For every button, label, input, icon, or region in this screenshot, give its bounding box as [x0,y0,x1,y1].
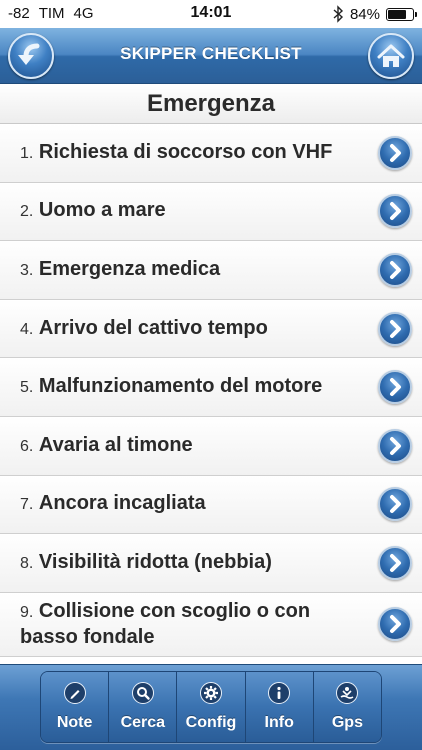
battery-fill [388,9,406,19]
tab-label: Cerca [120,714,166,731]
list-item-text: 7. Ancora incagliata [0,491,268,517]
chevron-right-icon [390,202,401,221]
disclosure-button[interactable] [378,194,412,229]
disclosure-button[interactable] [378,487,412,522]
list-item-label: Emergenza medica [38,257,221,280]
tab-gps[interactable]: Gps [313,672,381,742]
list-item-number: 8. [20,554,34,572]
tab-info[interactable]: Info [245,672,314,742]
list-item-label: Avaria al timone [38,433,193,456]
chevron-right-icon [390,319,401,338]
list-item-label: Arrivo del cattivo tempo [38,316,268,339]
list-item[interactable]: 5. Malfunzionamento del motore [0,358,422,417]
tab-label: Config [185,714,237,731]
list-item-text: 6. Avaria al timone [0,433,255,459]
list-item[interactable]: 1. Richiesta di soccorso con VHF [0,124,422,183]
disclosure-button[interactable] [378,370,412,405]
gps-icon [336,682,359,704]
list-item-text: 9. Collisione con scoglio o con basso fo… [0,599,422,649]
list-item-text: 2. Uomo a mare [0,198,228,224]
list-item-number: 3. [20,261,34,279]
list-item[interactable]: 9. Collisione con scoglio o con basso fo… [0,592,422,657]
disclosure-button[interactable] [378,311,412,346]
list-item-label: Richiesta di soccorso con VHF [38,140,333,163]
gear-icon [200,682,222,704]
list-item-number: 2. [20,203,34,221]
list-item-number: 7. [20,496,34,514]
list-item-number: 6. [20,437,34,455]
chevron-right-icon [390,495,401,514]
battery-icon [386,7,417,21]
chevron-right-icon [390,260,401,279]
app-title: SKIPPER CHECKLIST [120,44,302,63]
list-item-text: 5. Malfunzionamento del motore [0,374,384,400]
list-item-text: 1. Richiesta di soccorso con VHF [0,140,394,166]
battery-percent: 84% [349,5,380,23]
tab-config[interactable]: Config [177,672,246,742]
bottom-toolbar: Note Cerca Config Info Gps [0,664,422,750]
list-item-number: 9. [20,604,34,622]
list-item-text: 8. Visibilità ridotta (nebbia) [0,550,334,576]
list-item-number: 1. [20,144,34,162]
list-item-label: Uomo a mare [38,199,166,222]
tab-label: Note [56,714,93,731]
status-bar: -82 TIM 4G 14:01 84% [0,0,422,28]
tab-label: Gps [331,714,363,731]
search-icon [131,682,154,704]
list-item-label: Visibilità ridotta (nebbia) [38,550,272,573]
section-title: Emergenza [0,84,422,124]
list-item[interactable]: 4. Arrivo del cattivo tempo [0,299,422,359]
info-icon [268,682,291,704]
chevron-right-icon [390,378,401,397]
list-item-text: 3. Emergenza medica [0,257,282,283]
list-item-label: Ancora incagliata [38,492,206,515]
list-item[interactable]: 8. Visibilità ridotta (nebbia) [0,534,422,593]
tab-group: Note Cerca Config Info Gps [40,671,382,743]
checklist-list: 1. Richiesta di soccorso con VHF 2. Uomo … [0,124,422,657]
home-icon [377,44,405,67]
tab-label: Info [264,714,294,731]
app-header: SKIPPER CHECKLIST [0,28,422,84]
chevron-right-icon [390,615,401,634]
disclosure-button[interactable] [378,135,412,170]
list-item-label: Malfunzionamento del motore [38,375,323,398]
chevron-right-icon [390,436,401,455]
disclosure-button[interactable] [378,428,412,463]
pencil-icon [63,682,86,704]
tab-note[interactable]: Note [41,672,110,742]
disclosure-button[interactable] [378,252,412,287]
disclosure-button[interactable] [378,607,412,642]
list-item[interactable]: 7. Ancora incagliata [0,475,422,535]
list-item[interactable]: 6. Avaria al timone [0,416,422,476]
list-item-label: Collisione con scoglio o con basso fonda… [20,600,311,649]
status-right: 84% [332,5,417,23]
chevron-right-icon [390,553,401,572]
disclosure-button[interactable] [378,545,412,580]
list-item-text: 4. Arrivo del cattivo tempo [0,316,330,342]
bluetooth-icon [333,5,343,23]
list-item-number: 5. [20,379,34,397]
tab-cerca[interactable]: Cerca [109,672,178,742]
home-button[interactable] [368,33,414,79]
list-item[interactable]: 3. Emergenza medica [0,241,422,300]
chevron-right-icon [390,143,401,162]
list-item[interactable]: 2. Uomo a mare [0,182,422,242]
list-item-number: 4. [20,320,34,338]
